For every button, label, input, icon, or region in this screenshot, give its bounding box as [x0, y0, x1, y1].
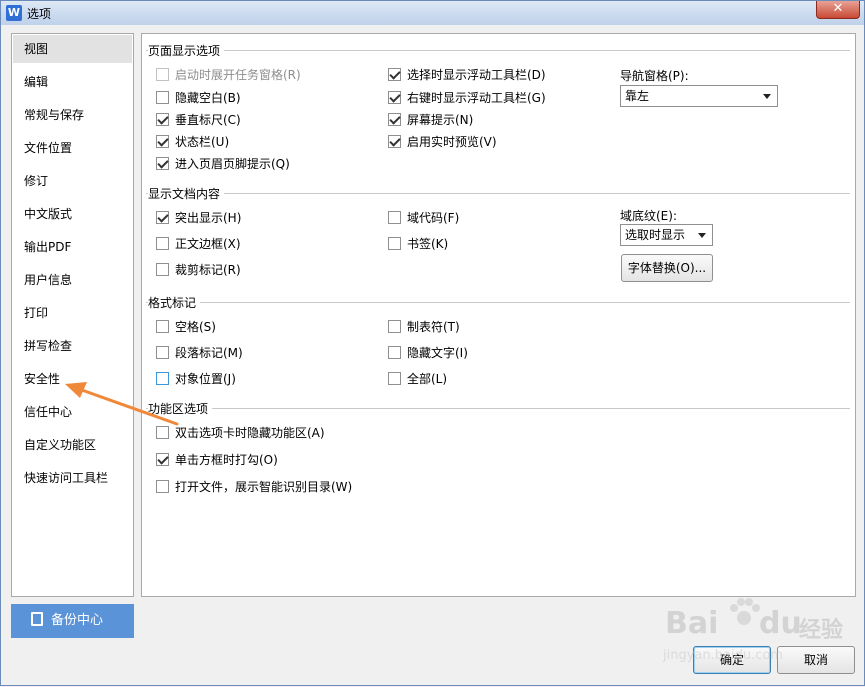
cancel-button[interactable]: 取消 [777, 646, 855, 674]
options-dialog: W 选项 ✕ 视图 编辑 常规与保存 文件位置 修订 中文版式 输出PDF 用户… [0, 0, 865, 686]
ok-button[interactable]: 确定 [693, 646, 771, 674]
annotation-arrow-icon [65, 382, 179, 426]
